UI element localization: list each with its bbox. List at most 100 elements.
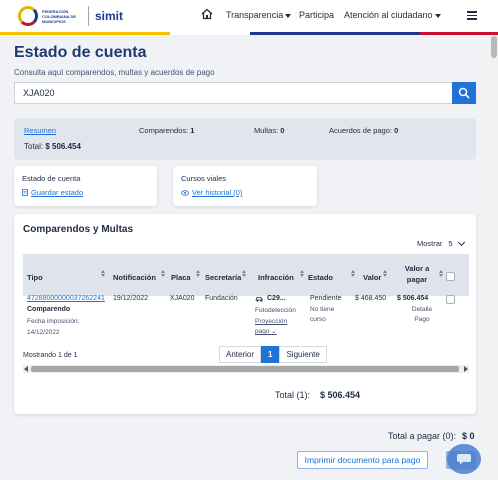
plate-search-input[interactable]	[14, 82, 452, 104]
prev-page-button[interactable]: Anterior	[219, 346, 262, 363]
page-title: Estado de cuenta	[14, 44, 147, 61]
search-bar	[14, 82, 476, 104]
mostrar-value: 5	[448, 238, 465, 248]
proyeccion-pago-link[interactable]: Proyección pago ⌄	[255, 317, 303, 337]
mostrar-label: Mostrar	[417, 239, 443, 248]
caret-down-icon	[434, 13, 441, 18]
nav-transparencia-label: Transparencia	[226, 10, 284, 20]
row-valor: $ 468.450	[355, 295, 387, 302]
cursos-card: Cursos viales Ver historial (0)	[173, 166, 317, 206]
table-header: Tipo Notificación Placa Secretaría Infra…	[23, 254, 469, 296]
row-notificacion: 19/12/2022	[113, 295, 149, 302]
logo-text: FEDERACIÓN COLOMBIANA DE MUNICIPIOS	[42, 8, 77, 24]
hamburger-menu-icon[interactable]	[467, 11, 477, 20]
ver-historial-label: Ver historial (0)	[192, 188, 243, 197]
acuerdos-count: Acuerdos de pago: 0	[329, 126, 398, 135]
search-icon	[458, 87, 470, 99]
comparendos-label: Comparendos:	[139, 126, 189, 135]
row-estado-detail: No tiene curso	[310, 306, 335, 323]
estado-card-title: Estado de cuenta	[22, 174, 81, 183]
search-button[interactable]	[452, 82, 476, 104]
chevron-down-icon	[457, 238, 465, 246]
acuerdos-value: 0	[394, 126, 399, 135]
multas-value: 0	[280, 126, 285, 135]
guardar-estado-link[interactable]: Guardar estado	[22, 188, 83, 197]
acuerdos-label: Acuerdos de pago:	[329, 126, 392, 135]
logo-divider	[88, 6, 89, 26]
col-tipo[interactable]: Tipo	[27, 273, 43, 282]
table-total: Total (1): $ 506.454	[275, 390, 360, 400]
detalle-pago-link[interactable]: Detalle Pago	[410, 305, 434, 325]
resumen-link[interactable]: Resumen	[24, 126, 56, 135]
eye-icon	[181, 189, 189, 196]
panel-title: Comparendos y Multas	[23, 224, 134, 235]
mostrar-value-text: 5	[448, 239, 453, 248]
row-placa: XJA020	[170, 295, 195, 302]
row-valor-pagar: $ 506.454	[397, 295, 429, 302]
simit-brand: simit	[95, 9, 124, 23]
nav-transparencia[interactable]: Transparencia	[226, 10, 292, 20]
multas-label: Multas:	[254, 126, 279, 135]
estado-card: Estado de cuenta Guardar estado	[14, 166, 157, 206]
col-valor-pagar[interactable]: Valor a pagar	[397, 263, 437, 285]
next-page-button[interactable]: Siguiente	[279, 346, 327, 363]
comparendos-panel: Comparendos y Multas Mostrar 5 Tipo Noti…	[14, 214, 476, 414]
pagination: Anterior 1 Siguiente	[219, 346, 327, 363]
row-infraccion-detail: Fotodetección	[255, 307, 296, 314]
home-icon[interactable]	[201, 8, 213, 20]
total-pagar-value: $ 0	[462, 431, 475, 441]
col-valor[interactable]: Valor	[363, 273, 381, 282]
row-fecha-label: Fecha imposición:	[27, 318, 80, 325]
summary-box: Resumen Comparendos: 1 Multas: 0 Acuerdo…	[14, 118, 476, 160]
table-horizontal-scrollbar[interactable]	[23, 365, 469, 373]
page-1-button[interactable]: 1	[261, 346, 280, 363]
col-placa[interactable]: Placa	[171, 273, 191, 282]
nav-atencion[interactable]: Atención al ciudadano	[344, 10, 441, 20]
summary-total-label: Total:	[24, 142, 44, 151]
col-secretaria[interactable]: Secretaría	[205, 273, 241, 282]
guardar-estado-label: Guardar estado	[31, 188, 84, 197]
scroll-right-arrow-icon[interactable]	[464, 366, 468, 372]
row-secretaria: Fundación	[205, 295, 238, 302]
flag-stripe	[0, 32, 498, 35]
simit-logo[interactable]: FEDERACIÓN COLOMBIANA DE MUNICIPIOS simi…	[18, 6, 123, 26]
scroll-left-arrow-icon[interactable]	[24, 366, 28, 372]
document-icon	[22, 189, 28, 196]
nav-participa[interactable]: Participa	[299, 10, 334, 20]
row-infraccion[interactable]: C29...	[255, 294, 286, 304]
col-estado[interactable]: Estado	[308, 273, 333, 282]
summary-total-value: $ 506.454	[45, 142, 81, 151]
row-fecha: 14/12/2022	[27, 329, 60, 336]
row-tipo: Comparendo	[27, 306, 71, 313]
page-subtitle: Consulta aquí comparendos, multas y acue…	[14, 68, 215, 77]
page-scrollbar-thumb[interactable]	[491, 36, 497, 58]
mostrar-select[interactable]: Mostrar 5	[417, 238, 465, 248]
car-icon	[255, 297, 264, 302]
nav-atencion-label: Atención al ciudadano	[344, 10, 433, 20]
chat-assistant-button[interactable]	[447, 444, 481, 474]
chevron-down-icon: ⌄	[271, 328, 277, 335]
comparendos-value: 1	[190, 126, 195, 135]
page-scrollbar[interactable]	[490, 35, 498, 480]
mostrando-text: Mostrando 1 de 1	[23, 352, 78, 359]
cursos-card-title: Cursos viales	[181, 174, 227, 183]
col-infraccion[interactable]: Infracción	[258, 273, 294, 282]
nav-participa-label: Participa	[299, 10, 335, 20]
print-document-button[interactable]: Imprimir documento para pago	[297, 451, 428, 469]
federation-seal-icon	[18, 6, 38, 26]
table-scrollbar-thumb[interactable]	[31, 366, 459, 372]
comparendos-count: Comparendos: 1	[139, 126, 194, 135]
col-notificacion[interactable]: Notificación	[113, 273, 156, 282]
caret-down-icon	[285, 13, 292, 18]
table-total-value: $ 506.454	[320, 390, 361, 400]
multas-count: Multas: 0	[254, 126, 284, 135]
top-navbar: FEDERACIÓN COLOMBIANA DE MUNICIPIOS simi…	[0, 0, 498, 32]
select-all-checkbox[interactable]	[446, 272, 455, 281]
row-checkbox[interactable]	[446, 295, 455, 304]
ver-historial-link[interactable]: Ver historial (0)	[181, 188, 242, 197]
summary-total: Total: $ 506.454	[24, 142, 81, 151]
total-a-pagar: Total a pagar (0): $ 0	[388, 431, 475, 441]
chat-icon	[457, 454, 471, 465]
table-total-label: Total (1):	[275, 390, 311, 400]
comparendo-number-link[interactable]: 47288000000037262241	[27, 294, 105, 304]
